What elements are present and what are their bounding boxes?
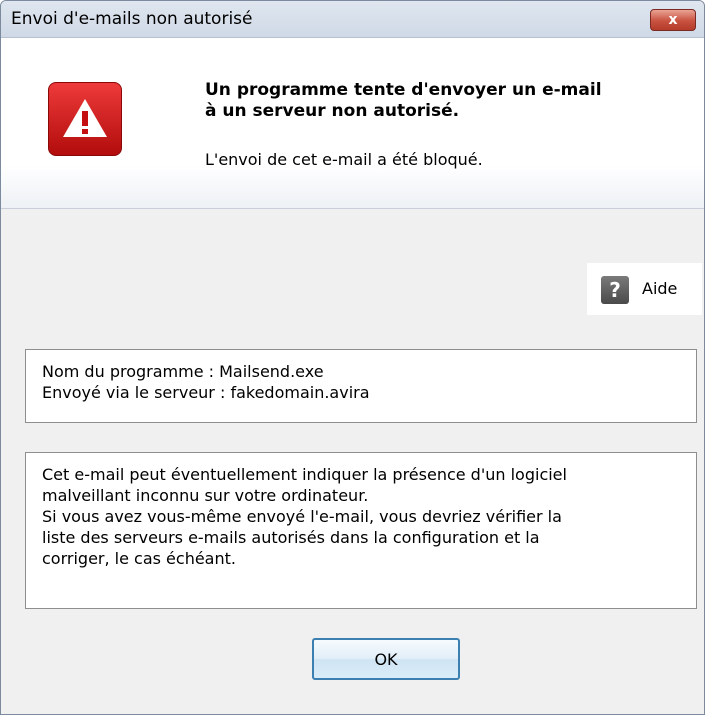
help-question-icon: ?: [601, 276, 629, 304]
ok-button[interactable]: OK: [312, 638, 460, 680]
alert-heading: Un programme tente d'envoyer un e-mail à…: [205, 80, 695, 122]
window-title: Envoi d'e-mails non autorisé: [11, 9, 253, 29]
description-line: malveillant inconnu sur votre ordinateur…: [42, 486, 369, 505]
description-line: corriger, le cas échéant.: [42, 549, 236, 568]
help-link[interactable]: ? Aide: [587, 263, 702, 315]
alert-subtext: L'envoi de cet e-mail a été bloqué.: [205, 150, 483, 169]
title-bar[interactable]: Envoi d'e-mails non autorisé x: [1, 1, 704, 38]
warning-triangle-icon: [48, 82, 122, 156]
header-panel: Un programme tente d'envoyer un e-mail à…: [1, 38, 704, 209]
description-box: Cet e-mail peut éventuellement indiquer …: [25, 452, 697, 609]
description-line: Si vous avez vous-même envoyé l'e-mail, …: [42, 507, 562, 526]
program-name-text: Nom du programme : Mailsend.exe: [42, 362, 324, 381]
server-name-text: Envoyé via le serveur : fakedomain.avira: [42, 383, 370, 402]
alert-heading-line-1: Un programme tente d'envoyer un e-mail: [205, 80, 602, 100]
alert-heading-line-2: à un serveur non autorisé.: [205, 101, 460, 121]
help-label: Aide: [642, 279, 678, 298]
dialog-window: Envoi d'e-mails non autorisé x Un progra…: [0, 0, 705, 715]
close-icon: x: [668, 12, 678, 28]
description-line: liste des serveurs e-mails autorisés dan…: [42, 528, 540, 547]
close-button[interactable]: x: [650, 9, 696, 31]
description-line: Cet e-mail peut éventuellement indiquer …: [42, 465, 567, 484]
program-info-box: Nom du programme : Mailsend.exe Envoyé v…: [25, 349, 697, 423]
